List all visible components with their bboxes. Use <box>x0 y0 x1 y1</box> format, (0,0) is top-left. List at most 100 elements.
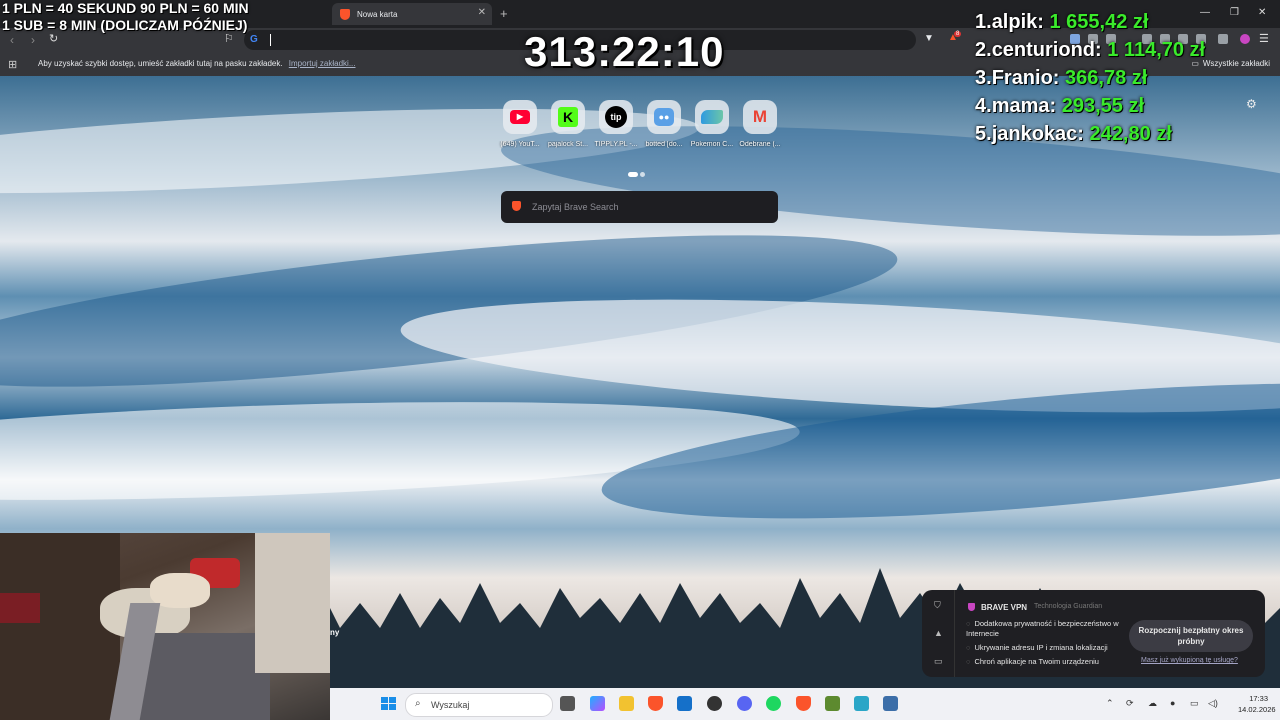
vpn-feature: ◌ Chroń aplikacje na Twoim urządzeniu <box>966 657 1126 667</box>
copilot-icon[interactable] <box>590 696 605 711</box>
vpn-feature-text: Dodatkowa prywatność i bezpieczeństwo w … <box>966 619 1119 638</box>
calculator-icon[interactable] <box>883 696 898 711</box>
check-icon: ◌ <box>966 643 971 652</box>
pokemon-icon <box>695 100 729 134</box>
rank: 4. <box>975 95 992 117</box>
tab-title: Nowa karta <box>357 9 398 19</box>
shield-icon: ⛉ <box>934 600 941 610</box>
apps-grid-icon[interactable]: ⊞ <box>8 58 17 71</box>
shortcut-label: Pokemon C... <box>690 141 734 148</box>
shortcut-tipply[interactable]: tip TIPPLY.PL -... <box>592 100 640 148</box>
chevron-up-icon[interactable]: ⌃ <box>1106 698 1114 709</box>
shield-icon[interactable] <box>1218 34 1228 44</box>
brave-active-icon[interactable] <box>796 696 811 711</box>
vpn-feature: ◌ Ukrywanie adresu IP i zmiana lokalizacj… <box>966 643 1126 653</box>
subathon-timer: 313:22:10 <box>524 28 725 75</box>
taskbar-search[interactable]: ⌕ Wyszukaj <box>405 693 553 717</box>
robot-icon: ●● <box>647 100 681 134</box>
youtube-icon: ▶ <box>503 100 537 134</box>
file-explorer-icon[interactable] <box>619 696 634 711</box>
rank: 2. <box>975 39 992 61</box>
vpn-icon[interactable] <box>1240 34 1250 44</box>
start-trial-button[interactable]: Rozpocznij bezpłatny okres próbny <box>1129 620 1253 652</box>
rule-line: 1 PLN = 40 SEKUND 90 PLN = 60 MIN <box>2 0 249 16</box>
shortcut-label: TIPPLY.PL -... <box>594 141 638 148</box>
brave-icon[interactable] <box>648 696 663 711</box>
cloud-icon[interactable]: ☁ <box>1148 698 1157 709</box>
spotify-icon[interactable] <box>766 696 781 711</box>
brave-shields-icon[interactable]: ▼ <box>924 33 934 44</box>
pager-dot[interactable] <box>640 172 645 177</box>
vpn-feature-text: Chroń aplikacje na Twoim urządzeniu <box>974 657 1099 666</box>
donor-name: alpik: <box>991 11 1044 33</box>
clock[interactable]: 17:33 14.02.2026 <box>1238 693 1276 715</box>
vpn-sidebar: ⛉ ▲ ▭ <box>922 590 955 677</box>
settings-gear-icon[interactable]: ⚙ <box>1246 97 1257 111</box>
donor-name: Franio: <box>991 67 1060 89</box>
notepad-icon[interactable] <box>854 696 869 711</box>
bookmarks-hint: Aby uzyskać szybki dostęp, umieść zakład… <box>38 59 356 68</box>
network-icon[interactable]: ▭ <box>1190 698 1199 709</box>
google-icon: G <box>250 34 258 45</box>
minecraft-icon[interactable] <box>825 696 840 711</box>
shortcut-pager[interactable] <box>628 164 647 182</box>
donor-name: centuriond: <box>991 39 1102 61</box>
sync-icon[interactable]: ⟳ <box>1126 698 1134 709</box>
rank: 1. <box>975 11 992 33</box>
vpn-title: BRAVE VPN <box>968 603 1027 612</box>
donation-amount: 366,78 zł <box>1065 67 1148 89</box>
leaderboard-row: 3.Franio: 366,78 zł <box>975 64 1205 92</box>
brave-vpn-promo: ⛉ ▲ ▭ BRAVE VPN Technologia Guardian ◌ Do… <box>922 590 1265 677</box>
vpn-shield-icon <box>968 603 975 611</box>
shortcut-youtube[interactable]: ▶ (649) YouT... <box>496 100 544 148</box>
kick-icon: K <box>551 100 585 134</box>
forward-icon[interactable]: › <box>31 33 35 47</box>
shortcut-label: pajalock St... <box>547 141 589 148</box>
check-icon: ◌ <box>966 619 971 628</box>
donation-amount: 293,55 zł <box>1061 95 1145 117</box>
window-close-icon[interactable]: ✕ <box>1258 7 1266 18</box>
shortcut-gmail[interactable]: M Odebrane (... <box>736 100 784 148</box>
leaderboard-row: 1.alpik: 1 655,42 zł <box>975 8 1205 36</box>
discord-icon[interactable] <box>737 696 752 711</box>
tab-new-tab[interactable]: Nowa karta ✕ <box>332 3 492 25</box>
shortcut-pokemon[interactable]: Pokemon C... <box>688 100 736 148</box>
brave-icon <box>512 201 521 211</box>
back-icon[interactable]: ‹ <box>10 33 14 47</box>
shortcut-kick[interactable]: K pajalock St... <box>544 100 592 148</box>
import-bookmarks-link[interactable]: Importuj zakładki... <box>289 59 356 68</box>
obs-icon[interactable] <box>707 696 722 711</box>
clipped-text: ny <box>330 628 340 637</box>
leaderboard-row: 4.mama: 293,55 zł <box>975 92 1205 120</box>
warning-icon: ▲ <box>934 628 943 638</box>
brave-search-box[interactable]: Zapytaj Brave Search <box>501 191 778 223</box>
task-view-icon[interactable] <box>560 696 575 711</box>
windows-start-icon[interactable] <box>381 697 397 711</box>
vpn-feature: ◌ Dodatkowa prywatność i bezpieczeństwo w… <box>966 619 1126 639</box>
rule-line: 1 SUB = 8 MIN (DOLICZAM PÓŹNIEJ) <box>2 17 248 33</box>
donor-name: mama: <box>991 95 1057 117</box>
gmail-icon: M <box>743 100 777 134</box>
close-icon[interactable]: ✕ <box>478 7 486 18</box>
new-tab-button[interactable]: + <box>500 6 508 21</box>
rank: 5. <box>975 123 992 145</box>
microphone-icon[interactable]: ● <box>1170 698 1175 708</box>
volume-icon[interactable]: ◁) <box>1208 698 1218 709</box>
store-icon[interactable] <box>677 696 692 711</box>
top-sites: ▶ (649) YouT... K pajalock St... tip TIP… <box>496 100 788 155</box>
shortcut-label: (649) YouT... <box>500 141 540 148</box>
shortcut-label: botted [do... <box>645 141 683 148</box>
clock-time: 17:33 <box>1249 694 1268 703</box>
leaderboard-row: 5.jankokac: 242,80 zł <box>975 120 1205 148</box>
pager-dot[interactable] <box>628 172 638 177</box>
search-icon: ⌕ <box>415 698 421 709</box>
taskbar-search-placeholder: Wyszukaj <box>431 700 470 710</box>
restore-icon[interactable]: ❐ <box>1230 7 1239 18</box>
vpn-title-text: BRAVE VPN <box>981 603 1028 612</box>
donation-amount: 1 655,42 zł <box>1049 11 1149 33</box>
donation-leaderboard: 1.alpik: 1 655,42 zł 2.centuriond: 1 114… <box>975 8 1205 148</box>
rewards-badge: 8 <box>954 31 962 37</box>
already-purchased-link[interactable]: Masz już wykupioną tę usługę? <box>1141 657 1238 664</box>
menu-icon[interactable]: ☰ <box>1259 32 1269 45</box>
shortcut-botted[interactable]: ●● botted [do... <box>640 100 688 148</box>
